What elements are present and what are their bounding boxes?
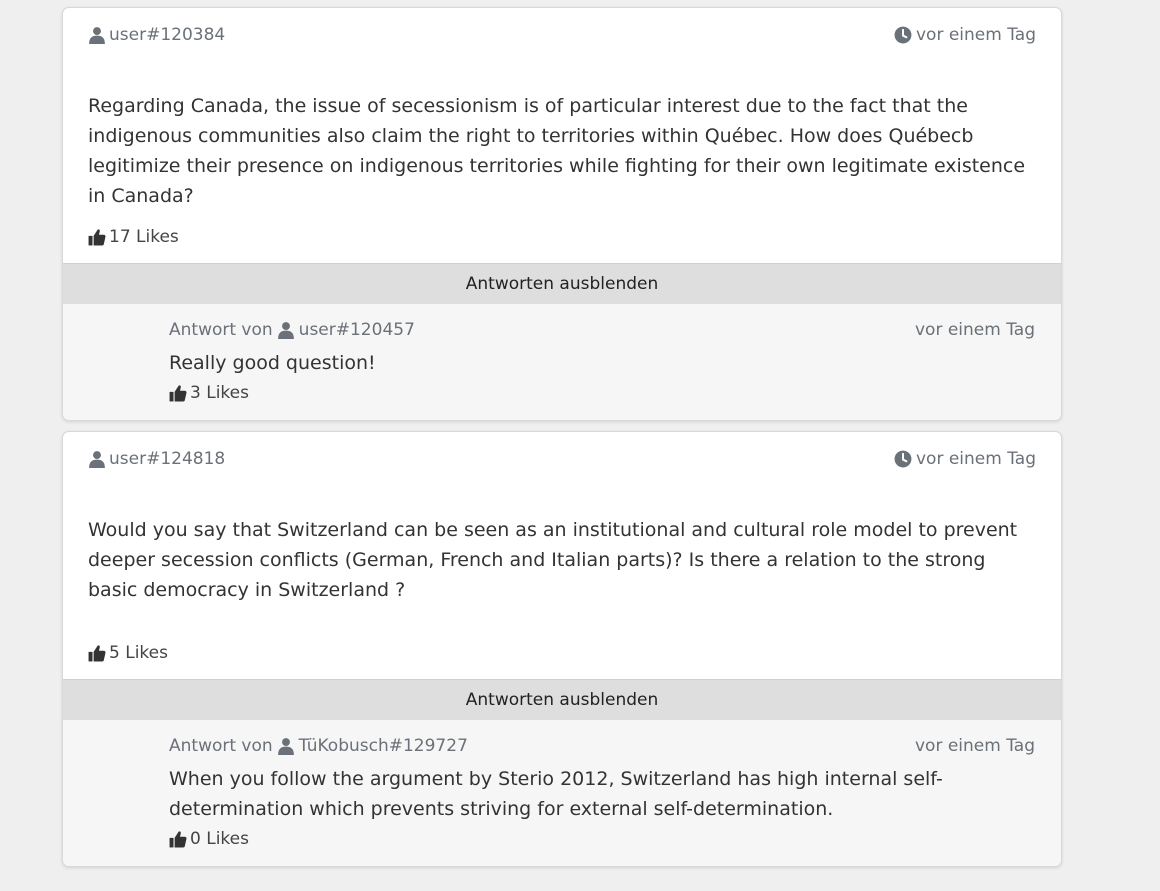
comment-card: user#120384 vor einem Tag Regarding Cana…	[62, 7, 1062, 421]
reply-like-button[interactable]: 0 Likes	[169, 824, 1035, 854]
reply-header: Antwort von TüKobusch#129727 vor einem T…	[169, 734, 1035, 758]
reply: Antwort von user#120457 vor einem Tag Re…	[63, 304, 1061, 420]
like-button[interactable]: 17 Likes	[63, 211, 1061, 263]
thumbs-up-icon	[88, 228, 106, 246]
user-icon	[88, 450, 106, 468]
reply-header: Antwort von user#120457 vor einem Tag	[169, 318, 1035, 342]
likes-count: 17 Likes	[109, 227, 179, 247]
likes-count: 5 Likes	[109, 643, 168, 663]
user-icon	[277, 321, 295, 339]
reply-likes-count: 0 Likes	[190, 829, 249, 849]
comment-feed: user#120384 vor einem Tag Regarding Cana…	[62, 0, 1062, 877]
author-name: user#120384	[109, 25, 226, 45]
timestamp-text: vor einem Tag	[915, 25, 1036, 45]
hide-replies-button[interactable]: Antworten ausblenden	[63, 679, 1061, 720]
reply-text: When you follow the argument by Sterio 2…	[169, 768, 943, 820]
like-button[interactable]: 5 Likes	[63, 627, 1061, 679]
reply-prefix: Antwort von	[169, 736, 273, 756]
thumbs-up-icon	[88, 644, 106, 662]
hide-replies-button[interactable]: Antworten ausblenden	[63, 263, 1061, 304]
reply-author-name: TüKobusch#129727	[298, 736, 468, 756]
reply-author-name: user#120457	[298, 320, 415, 340]
reply-author: Antwort von user#120457	[169, 320, 415, 340]
timestamp-text: vor einem Tag	[915, 449, 1036, 469]
user-icon	[88, 26, 106, 44]
comment-author: user#124818	[88, 449, 225, 469]
reply: Antwort von TüKobusch#129727 vor einem T…	[63, 720, 1061, 866]
reply-timestamp: vor einem Tag	[914, 320, 1035, 340]
reply-author: Antwort von TüKobusch#129727	[169, 736, 468, 756]
thumbs-up-icon	[169, 830, 187, 848]
reply-prefix: Antwort von	[169, 320, 273, 340]
reply-text: Really good question!	[169, 352, 376, 374]
comment-header: user#120384 vor einem Tag	[63, 8, 1061, 68]
comment-text: Would you say that Switzerland can be se…	[88, 519, 1018, 601]
reply-timestamp: vor einem Tag	[914, 736, 1035, 756]
user-icon	[277, 737, 295, 755]
clock-icon	[894, 26, 912, 44]
reply-like-button[interactable]: 3 Likes	[169, 378, 1035, 408]
comment-timestamp: vor einem Tag	[894, 449, 1036, 469]
comment-author: user#120384	[88, 25, 225, 45]
comment-timestamp: vor einem Tag	[894, 25, 1036, 45]
author-name: user#124818	[109, 449, 226, 469]
comment-card: user#124818 vor einem Tag Would you say …	[62, 431, 1062, 867]
reply-likes-count: 3 Likes	[190, 383, 249, 403]
clock-icon	[894, 450, 912, 468]
comment-text: Regarding Canada, the issue of secession…	[88, 95, 1026, 207]
thumbs-up-icon	[169, 384, 187, 402]
comment-header: user#124818 vor einem Tag	[63, 432, 1061, 492]
